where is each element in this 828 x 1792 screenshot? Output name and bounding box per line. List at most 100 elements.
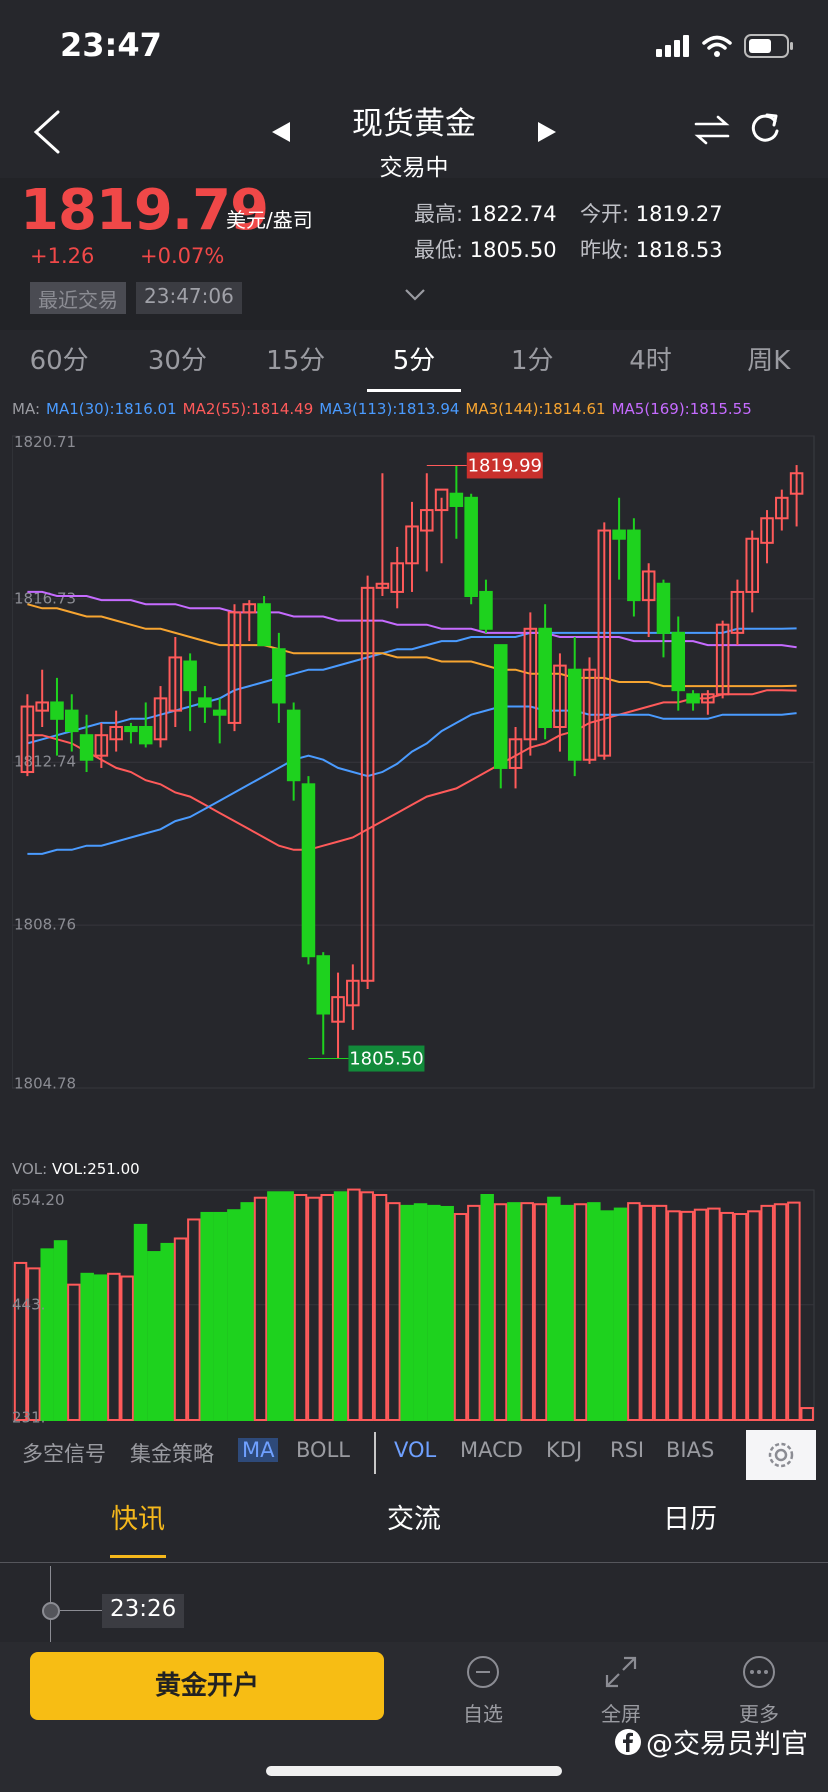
indicator-ma[interactable]: MA xyxy=(238,1438,279,1462)
candle-body xyxy=(65,709,79,733)
volume-bar xyxy=(733,1213,748,1421)
volume-chart[interactable]: 654.20 443. 231. xyxy=(12,1184,816,1424)
volume-bar xyxy=(520,1202,534,1421)
fullscreen-button[interactable]: 全屏 xyxy=(576,1654,666,1727)
stat-high-label: 最高: xyxy=(414,202,464,226)
volume-bar xyxy=(587,1202,601,1421)
watchlist-button[interactable]: 自选 xyxy=(438,1654,528,1727)
tab-timeframe[interactable]: 60分 xyxy=(0,334,118,392)
volume-bar xyxy=(200,1211,214,1421)
volume-bar xyxy=(400,1204,414,1421)
volume-bar xyxy=(720,1211,734,1421)
volume-bar xyxy=(307,1196,321,1421)
volume-bar xyxy=(493,1203,508,1421)
y-tick-label: 1808.76 xyxy=(14,916,76,934)
next-instrument-icon[interactable] xyxy=(536,120,558,144)
volume-legend-value: VOL:251.00 xyxy=(52,1160,140,1178)
volume-legend-prefix: VOL: xyxy=(12,1160,48,1178)
more-button[interactable]: 更多 xyxy=(714,1654,804,1727)
volume-bar xyxy=(267,1191,281,1422)
indicator-macd[interactable]: MACD xyxy=(460,1438,523,1462)
indicator-strategy[interactable]: 集金策略 xyxy=(130,1438,214,1468)
y-tick-label: 1812.74 xyxy=(14,753,76,771)
switch-icon[interactable] xyxy=(694,114,730,146)
volume-bar xyxy=(653,1204,668,1421)
indicator-vol[interactable]: VOL xyxy=(394,1438,436,1462)
volume-bar xyxy=(187,1218,201,1421)
volume-bar xyxy=(413,1203,428,1421)
candle-body xyxy=(464,496,478,598)
volume-bar xyxy=(693,1208,708,1421)
ma-legend-item: MA3(144):1814.61 xyxy=(465,400,606,418)
volume-bar xyxy=(227,1209,241,1421)
status-time: 23:47 xyxy=(60,26,162,64)
price-change: +1.26 xyxy=(30,244,95,268)
volume-bar xyxy=(667,1210,681,1421)
stat-prev-close: 昨收: 1818.53 xyxy=(580,234,723,264)
expand-icon xyxy=(605,1656,637,1688)
volume-bar xyxy=(453,1213,468,1421)
chart-settings-button[interactable] xyxy=(746,1430,816,1480)
indicator-signal[interactable]: 多空信号 xyxy=(22,1438,106,1468)
facebook-logo-icon xyxy=(615,1728,641,1755)
indicator-boll[interactable]: BOLL xyxy=(296,1438,350,1462)
volume-bar xyxy=(613,1207,628,1421)
stat-open-label: 今开: xyxy=(580,202,630,226)
ma-legend-item: MA1(30):1816.01 xyxy=(46,400,177,418)
volume-bar xyxy=(600,1210,614,1421)
stat-open-value: 1819.27 xyxy=(635,202,723,226)
volume-bar xyxy=(427,1204,441,1421)
wifi-icon xyxy=(702,35,732,57)
stat-high: 最高: 1822.74 xyxy=(414,198,557,228)
chevron-down-icon[interactable] xyxy=(404,288,426,302)
stat-low-value: 1805.50 xyxy=(469,238,557,262)
ma-legend: MA: MA1(30):1816.01 MA2(55):1814.49 MA3(113… xyxy=(12,400,758,418)
stat-low-label: 最低: xyxy=(414,238,464,262)
candle-body xyxy=(124,726,138,733)
volume-bar xyxy=(160,1242,174,1422)
home-indicator[interactable] xyxy=(266,1766,562,1776)
volume-bar xyxy=(107,1272,121,1421)
tab-timeframe[interactable]: 5分 xyxy=(355,334,473,392)
news-tabs: 快讯 交流 日历 xyxy=(0,1488,828,1564)
tab-calendar[interactable]: 日历 xyxy=(552,1488,828,1564)
tab-timeframe[interactable]: 1分 xyxy=(473,334,591,392)
tab-timeframe[interactable]: 30分 xyxy=(118,334,236,392)
volume-bar xyxy=(120,1275,134,1421)
candlestick-chart[interactable]: 1820.711816.731812.741808.761804.781819.… xyxy=(12,428,816,1098)
tab-timeframe[interactable]: 15分 xyxy=(237,334,355,392)
open-account-button[interactable]: 黄金开户 xyxy=(30,1652,384,1720)
indicator-rsi[interactable]: RSI xyxy=(610,1438,644,1462)
volume-bar xyxy=(360,1191,374,1422)
tab-timeframe[interactable]: 4时 xyxy=(591,334,709,392)
candle-body xyxy=(656,582,671,634)
tab-community[interactable]: 交流 xyxy=(276,1488,552,1564)
gear-icon xyxy=(768,1442,794,1468)
back-icon[interactable] xyxy=(28,108,68,156)
volume-bar xyxy=(13,1261,28,1421)
timeframe-tabs: 60分 30分 15分 5分 1分 4时 周K xyxy=(0,334,828,392)
volume-bar xyxy=(387,1202,401,1421)
volume-bar xyxy=(53,1240,68,1422)
candle-body xyxy=(493,644,508,769)
ma-legend-item: MA3(113):1813.94 xyxy=(319,400,460,418)
candle-body xyxy=(79,734,94,761)
volume-bar xyxy=(640,1204,654,1421)
indicator-bias[interactable]: BIAS xyxy=(666,1438,714,1462)
volume-bar xyxy=(507,1202,521,1421)
indicator-kdj[interactable]: KDJ xyxy=(546,1438,582,1462)
min-marker-label: 1805.50 xyxy=(349,1049,423,1070)
tab-flash[interactable]: 快讯 xyxy=(0,1488,276,1564)
candle-body xyxy=(612,529,626,540)
refresh-icon[interactable] xyxy=(748,112,782,146)
tab-timeframe[interactable]: 周K xyxy=(710,334,828,392)
candle-body xyxy=(138,726,153,745)
volume-bar xyxy=(253,1196,268,1421)
watermark: @交易员判官 xyxy=(614,1722,808,1761)
volume-bar xyxy=(787,1201,801,1422)
candle-body xyxy=(286,709,301,782)
volume-bar xyxy=(280,1191,294,1422)
volume-bar xyxy=(27,1267,41,1421)
candle-body xyxy=(301,783,316,958)
divider xyxy=(0,1562,828,1563)
